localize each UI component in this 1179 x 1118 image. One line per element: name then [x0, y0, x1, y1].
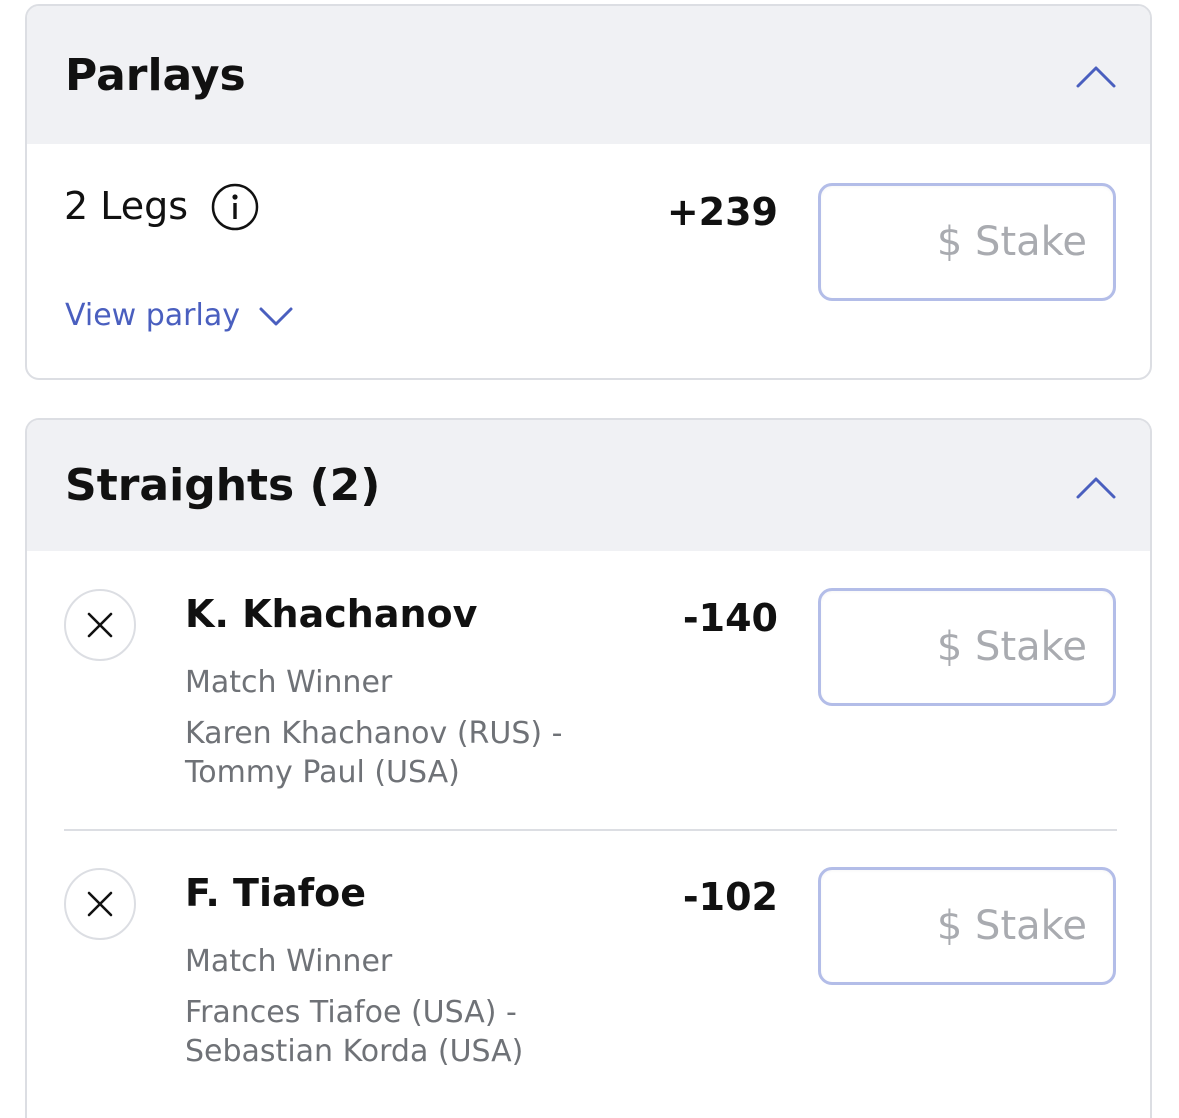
straights-title: Straights (2)	[65, 460, 381, 511]
bet-odds: -102	[682, 875, 778, 919]
bet-stake-input[interactable]	[821, 591, 1113, 703]
bet-market-label: Match Winner	[185, 944, 393, 979]
bet-selection-name: K. Khachanov	[185, 592, 478, 636]
remove-bet-button[interactable]	[64, 589, 136, 661]
parlays-title: Parlays	[65, 50, 246, 101]
bet-event-line: Karen Khachanov (RUS) -	[185, 716, 563, 751]
bet-stake-field[interactable]	[818, 588, 1116, 706]
bet-selection-name: F. Tiafoe	[185, 871, 367, 915]
bet-divider	[64, 829, 1117, 831]
view-parlay-label: View parlay	[65, 298, 240, 333]
bet-market-label: Match Winner	[185, 665, 393, 700]
parlay-stake-input[interactable]	[821, 186, 1113, 298]
parlay-legs-label: 2 Legs	[64, 184, 189, 228]
chevron-down-icon	[259, 307, 293, 325]
straights-header[interactable]: Straights (2)	[27, 420, 1150, 551]
close-icon	[87, 891, 113, 917]
bet-event-line: Frances Tiafoe (USA) -	[185, 995, 517, 1030]
view-parlay-link[interactable]: View parlay	[65, 298, 294, 333]
chevron-up-icon[interactable]	[1074, 473, 1118, 501]
bet-event-line: Sebastian Korda (USA)	[185, 1034, 524, 1069]
chevron-up-icon[interactable]	[1074, 62, 1118, 90]
remove-bet-button[interactable]	[64, 868, 136, 940]
parlays-card: Parlays 2 Legs +239 View parlay	[25, 4, 1152, 380]
close-icon	[87, 612, 113, 638]
info-icon[interactable]	[211, 183, 259, 231]
parlay-odds: +239	[666, 190, 778, 234]
bet-stake-input[interactable]	[821, 870, 1113, 982]
parlay-stake-field[interactable]	[818, 183, 1116, 301]
bet-event-line: Tommy Paul (USA)	[185, 755, 460, 790]
parlays-header[interactable]: Parlays	[27, 6, 1150, 144]
bet-odds: -140	[682, 596, 778, 640]
bet-stake-field[interactable]	[818, 867, 1116, 985]
straights-card: Straights (2) K. Khachanov -140 Match Wi…	[25, 418, 1152, 1118]
